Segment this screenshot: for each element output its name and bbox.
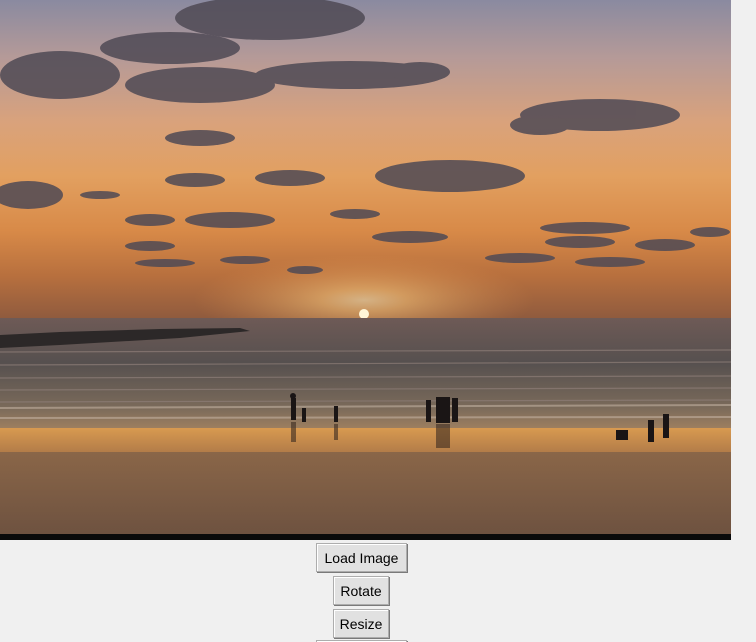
app-window: Load Image Rotate Resize: [0, 0, 756, 642]
rotate-button[interactable]: Rotate: [333, 576, 389, 605]
resize-button[interactable]: Resize: [333, 609, 389, 638]
sunset-beach-photo: [0, 0, 731, 540]
load-image-button[interactable]: Load Image: [316, 543, 407, 572]
image-canvas: [0, 0, 731, 540]
